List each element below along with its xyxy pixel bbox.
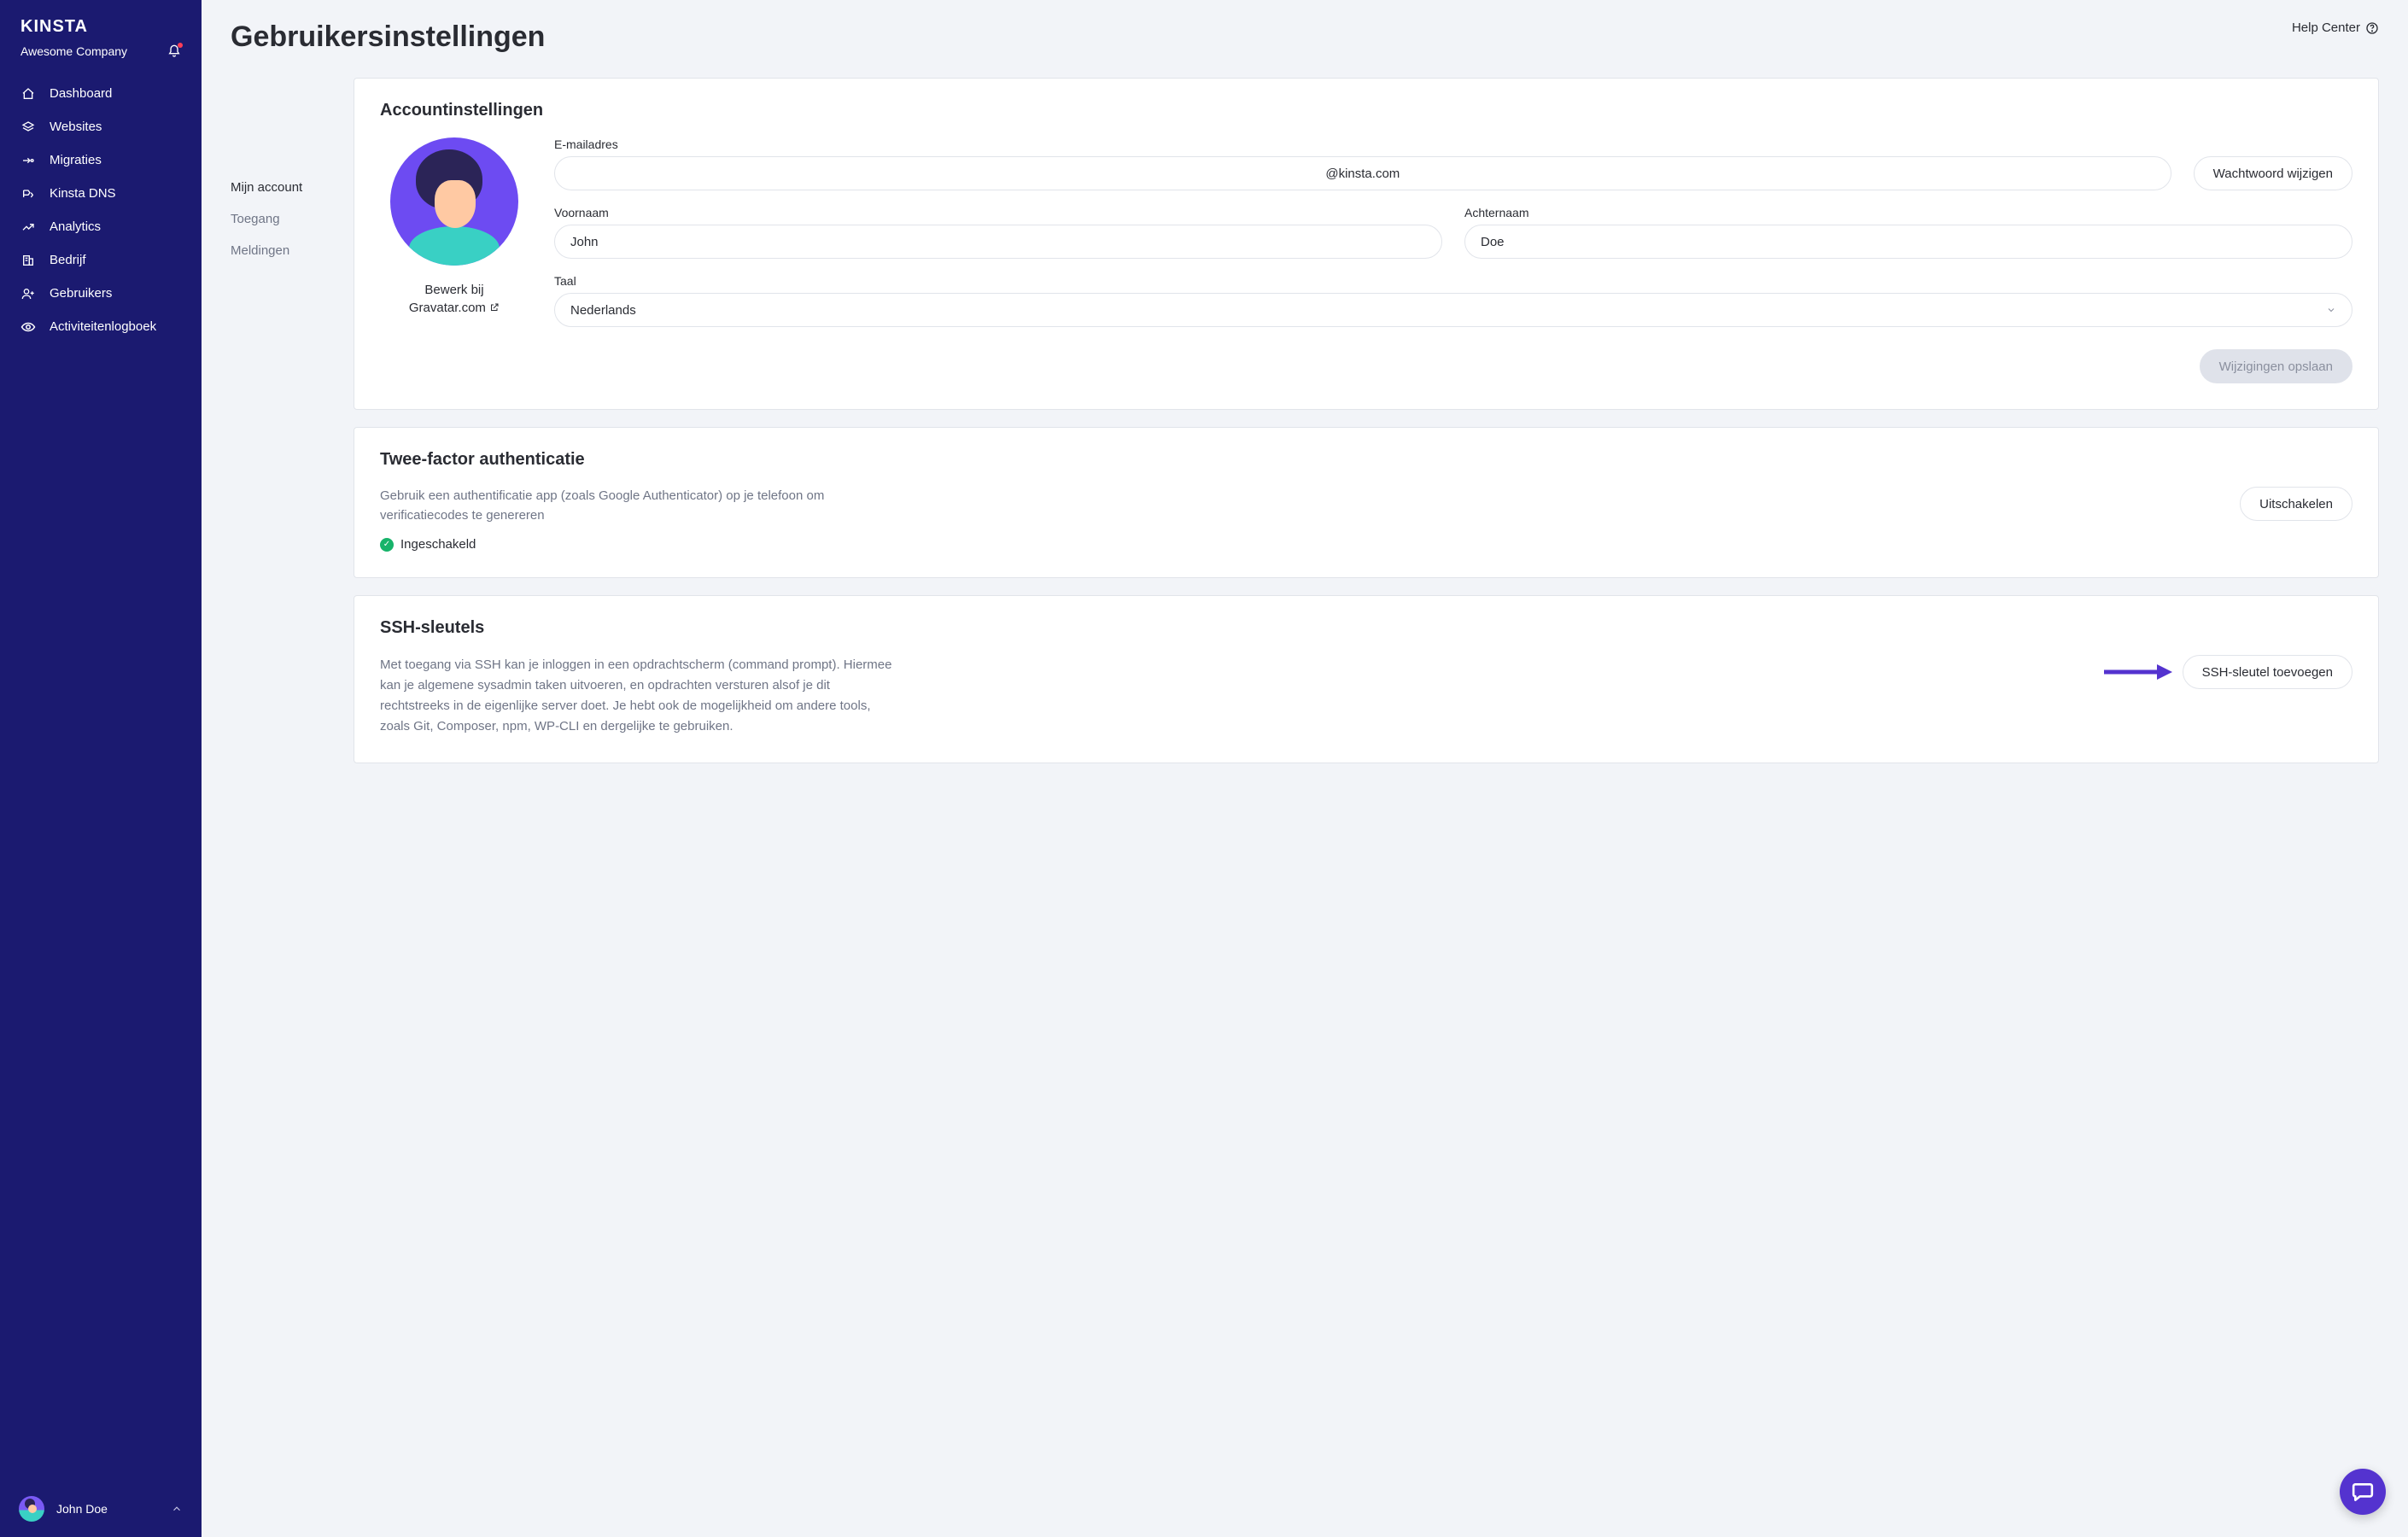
account-settings-card: Accountinstellingen Bewerk bij Gravatar.… [354,78,2379,410]
chevron-down-icon [2326,305,2336,315]
help-center-label: Help Center [2292,20,2360,35]
language-value: Nederlands [570,303,636,318]
language-select[interactable]: Nederlands [554,293,2352,327]
page-title: Gebruikersinstellingen [231,20,545,54]
help-center-link[interactable]: Help Center [2292,20,2379,35]
avatar [390,137,518,266]
arrow-right-icon [2104,663,2172,681]
company-name: Awesome Company [20,44,127,58]
add-ssh-key-button[interactable]: SSH-sleutel toevoegen [2183,655,2352,689]
sidebar-item-gebruikers[interactable]: Gebruikers [9,278,193,308]
ssh-description: Met toegang via SSH kan je inloggen in e… [380,655,892,737]
sidebar-item-label: Kinsta DNS [50,186,116,201]
chat-icon [2352,1481,2374,1503]
sidebar-item-bedrijf[interactable]: Bedrijf [9,245,193,275]
sidebar-item-label: Dashboard [50,86,112,101]
save-button: Wijzigingen opslaan [2200,349,2352,383]
sidebar-item-label: Activiteitenlogboek [50,319,156,334]
sidebar-user-name: John Doe [56,1502,108,1516]
subnav-item-mijn-account[interactable]: Mijn account [231,172,354,203]
chevron-up-icon[interactable] [171,1503,183,1515]
sidebar-item-label: Gebruikers [50,286,112,301]
sidebar-item-label: Analytics [50,219,101,234]
external-link-icon [489,301,500,315]
activity-icon [20,322,36,332]
sidebar-item-activiteitenlogboek[interactable]: Activiteitenlogboek [9,312,193,342]
layers-icon [20,120,36,134]
sidebar-item-dashboard[interactable]: Dashboard [9,79,193,108]
home-icon [20,87,36,101]
sidebar-item-websites[interactable]: Websites [9,112,193,142]
ssh-heading: SSH-sleutels [380,618,2352,638]
email-label: E-mailadres [554,137,2171,151]
sidebar-item-analytics[interactable]: Analytics [9,212,193,242]
two-factor-status: Ingeschakeld [400,537,476,552]
check-circle-icon: ✓ [380,538,394,552]
two-factor-disable-button[interactable]: Uitschakelen [2240,487,2352,521]
main: Gebruikersinstellingen Help Center Mijn … [202,0,2408,1537]
sidebar-item-label: Bedrijf [50,253,86,267]
chat-fab[interactable] [2340,1469,2386,1515]
sidebar-items: Dashboard Websites Migraties Kinsta DNS Anal… [0,63,202,1481]
migrate-icon [20,154,36,167]
first-name-label: Voornaam [554,206,1442,219]
company-icon [20,254,36,267]
account-heading: Accountinstellingen [380,101,2352,120]
ssh-keys-card: SSH-sleutels Met toegang via SSH kan je … [354,595,2379,763]
subnav-item-toegang[interactable]: Toegang [231,203,354,235]
notification-dot [178,43,183,48]
svg-text:KINSTA: KINSTA [20,17,88,36]
sidebar-item-label: Websites [50,120,102,134]
subnav: Mijn accountToegangMeldingen [231,78,354,763]
analytics-icon [20,220,36,234]
help-icon [2365,21,2379,35]
sidebar-item-label: Migraties [50,153,102,167]
two-factor-card: Twee-factor authenticatie Gebruik een au… [354,427,2379,578]
two-factor-description: Gebruik een authentificatie app (zoals G… [380,487,892,525]
sidebar-avatar [19,1496,44,1522]
subnav-item-meldingen[interactable]: Meldingen [231,235,354,266]
email-field[interactable] [554,156,2171,190]
language-label: Taal [554,274,2352,288]
sidebar: KINSTA Awesome Company Dashboard Websites… [0,0,202,1537]
last-name-field[interactable] [1464,225,2352,259]
dns-icon [20,187,36,201]
sidebar-item-migraties[interactable]: Migraties [9,145,193,175]
users-icon [20,287,36,301]
gravatar-link[interactable]: Bewerk bij Gravatar.com [409,281,500,317]
notifications-bell-icon[interactable] [167,44,181,58]
two-factor-heading: Twee-factor authenticatie [380,450,2352,470]
brand-logo[interactable]: KINSTA [20,17,181,36]
gravatar-line1: Bewerk bij [409,281,500,299]
sidebar-item-kinsta dns[interactable]: Kinsta DNS [9,178,193,208]
first-name-field[interactable] [554,225,1442,259]
gravatar-line2: Gravatar.com [409,301,486,315]
sidebar-user[interactable]: John Doe [19,1496,108,1522]
change-password-button[interactable]: Wachtwoord wijzigen [2194,156,2352,190]
last-name-label: Achternaam [1464,206,2352,219]
